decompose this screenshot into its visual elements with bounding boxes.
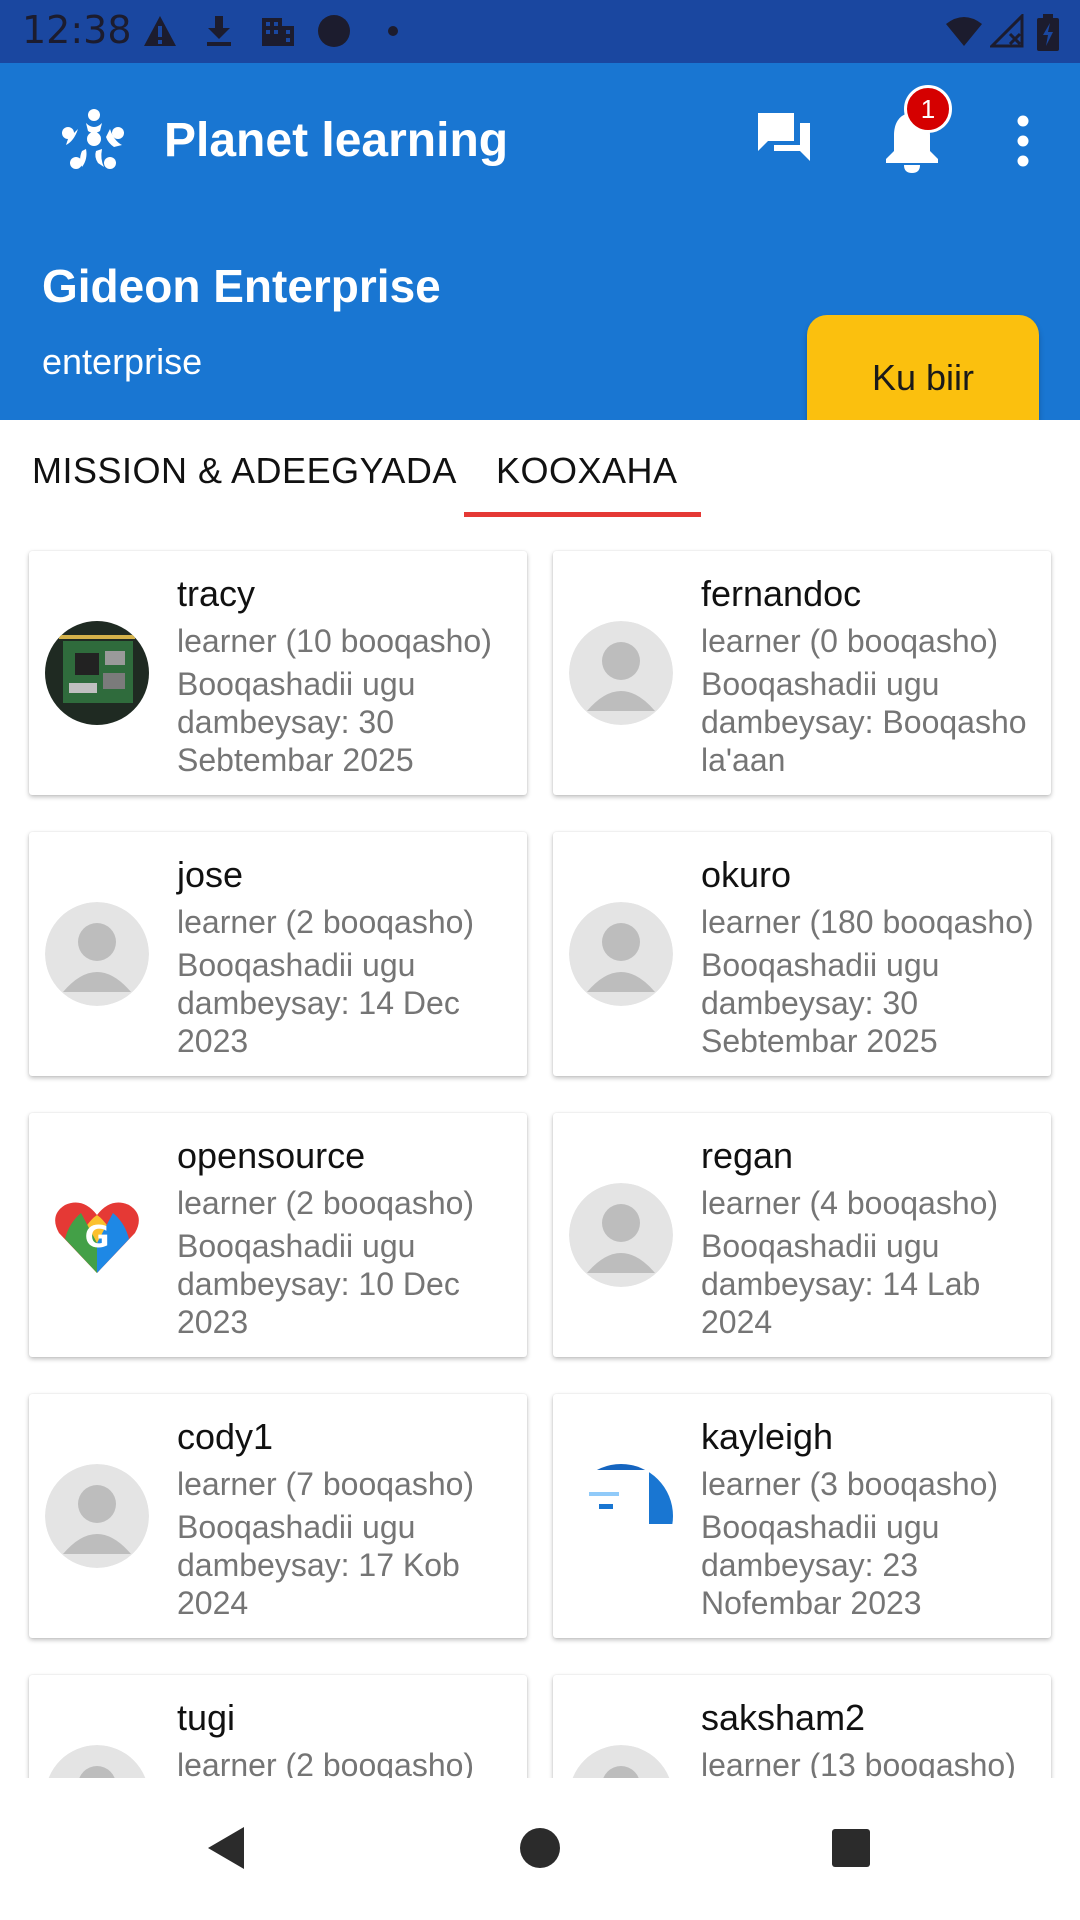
member-role: learner (13 booqasho) (701, 1747, 1016, 1778)
planet-learning-logo-icon (62, 109, 124, 169)
member-role: learner (0 booqasho) (701, 623, 999, 659)
member-role: learner (10 booqasho) (177, 623, 492, 659)
member-name: regan (701, 1135, 794, 1176)
status-bar: 12:38 (0, 0, 1080, 63)
member-name: fernandoc (701, 573, 862, 614)
signal-icon (990, 14, 1024, 48)
warning-icon (144, 16, 176, 46)
member-role: learner (2 booqasho) (177, 904, 475, 940)
circuit-board-photo-icon (45, 621, 149, 725)
avatar (569, 902, 673, 1006)
default-person-icon (48, 1745, 146, 1778)
status-time: 12:38 (22, 8, 132, 52)
svg-text:G: G (85, 1220, 110, 1255)
member-name: opensource (177, 1135, 366, 1176)
member-last-visit: Booqashadii ugu dambeysay: 14 Dec 2023 (177, 947, 460, 1059)
member-card[interactable]: tugi learner (2 booqasho) (29, 1675, 527, 1778)
avatar (569, 621, 673, 725)
member-last-visit: Booqashadii ugu dambeysay: 14 Lab 2024 (701, 1228, 981, 1340)
chat-icon[interactable] (754, 107, 814, 167)
app-bar: Planet learning 1 Gideon Enterprise ente… (0, 63, 1080, 441)
member-name: okuro (701, 854, 792, 895)
member-name: jose (177, 854, 244, 895)
tab-teams[interactable]: KOOXAHA (496, 450, 678, 492)
member-name: saksham2 (701, 1697, 866, 1738)
avatar (45, 1464, 149, 1568)
avatar (45, 621, 149, 725)
member-card[interactable]: fernandoc learner (0 booqasho) Booqashad… (553, 551, 1051, 795)
notification-badge: 1 (904, 85, 952, 133)
member-name: tugi (177, 1697, 236, 1738)
member-last-visit: Booqashadii ugu dambeysay: 23 Nofembar 2… (701, 1509, 940, 1621)
app-title: Planet learning (164, 114, 509, 167)
member-card[interactable]: cody1 learner (7 booqasho) Booqashadii u… (29, 1394, 527, 1638)
avatar (569, 1745, 673, 1778)
record-icon (318, 15, 350, 47)
tab-indicator (464, 512, 701, 517)
member-last-visit: Booqashadii ugu dambeysay: 10 Dec 2023 (177, 1228, 460, 1340)
avatar: G (45, 1183, 149, 1287)
default-person-icon (569, 621, 673, 725)
avatar (45, 1745, 149, 1778)
member-role: learner (2 booqasho) (177, 1185, 475, 1221)
member-card[interactable]: tracy learner (10 booqasho) Booqashadii … (29, 551, 527, 795)
notification-dot-icon (388, 26, 398, 36)
rainbow-heart-logo-icon: G (45, 1183, 149, 1287)
member-name: kayleigh (701, 1416, 834, 1457)
member-card[interactable]: kayleigh learner (3 booqasho) Booqashadi… (553, 1394, 1051, 1638)
more-options-icon[interactable] (1010, 111, 1036, 171)
building-icon (262, 18, 294, 46)
battery-icon (1037, 14, 1059, 51)
member-name: tracy (177, 573, 256, 614)
tab-bar: MISSION & ADEEGYADA KOOXAHA (0, 420, 1080, 520)
avatar (569, 1183, 673, 1287)
member-name: cody1 (177, 1416, 274, 1457)
member-role: learner (3 booqasho) (701, 1466, 999, 1502)
member-grid: tracy learner (10 booqasho) Booqashadii … (0, 520, 1080, 1778)
wifi-icon (946, 17, 982, 46)
member-role: learner (4 booqasho) (701, 1185, 999, 1221)
member-card[interactable]: okuro learner (180 booqasho) Booqashadii… (553, 832, 1051, 1076)
back-icon[interactable] (204, 1823, 248, 1873)
avatar (569, 1464, 673, 1568)
default-person-icon (45, 902, 149, 1006)
screenshot-thumbnail-icon (569, 1464, 673, 1568)
member-last-visit: Booqashadii ugu dambeysay: 30 Sebtembar … (177, 666, 416, 778)
tab-mission-services[interactable]: MISSION & ADEEGYADA (32, 450, 457, 492)
member-last-visit: Booqashadii ugu dambeysay: Booqasho la'a… (701, 666, 1027, 778)
default-person-icon (569, 1183, 673, 1287)
default-person-icon (45, 1464, 149, 1568)
download-icon (207, 16, 231, 46)
member-card[interactable]: G opensource learner (2 booqasho) Booqas… (29, 1113, 527, 1357)
member-role: learner (180 booqasho) (701, 904, 1034, 940)
member-role: learner (7 booqasho) (177, 1466, 475, 1502)
team-name: Gideon Enterprise (42, 260, 441, 312)
system-navigation-bar (0, 1778, 1080, 1920)
member-card[interactable]: regan learner (4 booqasho) Booqashadii u… (553, 1113, 1051, 1357)
member-last-visit: Booqashadii ugu dambeysay: 17 Kob 2024 (177, 1509, 460, 1621)
member-card[interactable]: jose learner (2 booqasho) Booqashadii ug… (29, 832, 527, 1076)
recents-icon[interactable] (826, 1823, 876, 1873)
member-last-visit: Booqashadii ugu dambeysay: 30 Sebtembar … (701, 947, 940, 1059)
member-card[interactable]: saksham2 learner (13 booqasho) (553, 1675, 1051, 1778)
default-person-icon (569, 902, 673, 1006)
home-icon[interactable] (517, 1823, 563, 1873)
team-type: enterprise (42, 341, 203, 382)
default-person-icon (572, 1745, 670, 1778)
avatar (45, 902, 149, 1006)
member-role: learner (2 booqasho) (177, 1747, 475, 1778)
